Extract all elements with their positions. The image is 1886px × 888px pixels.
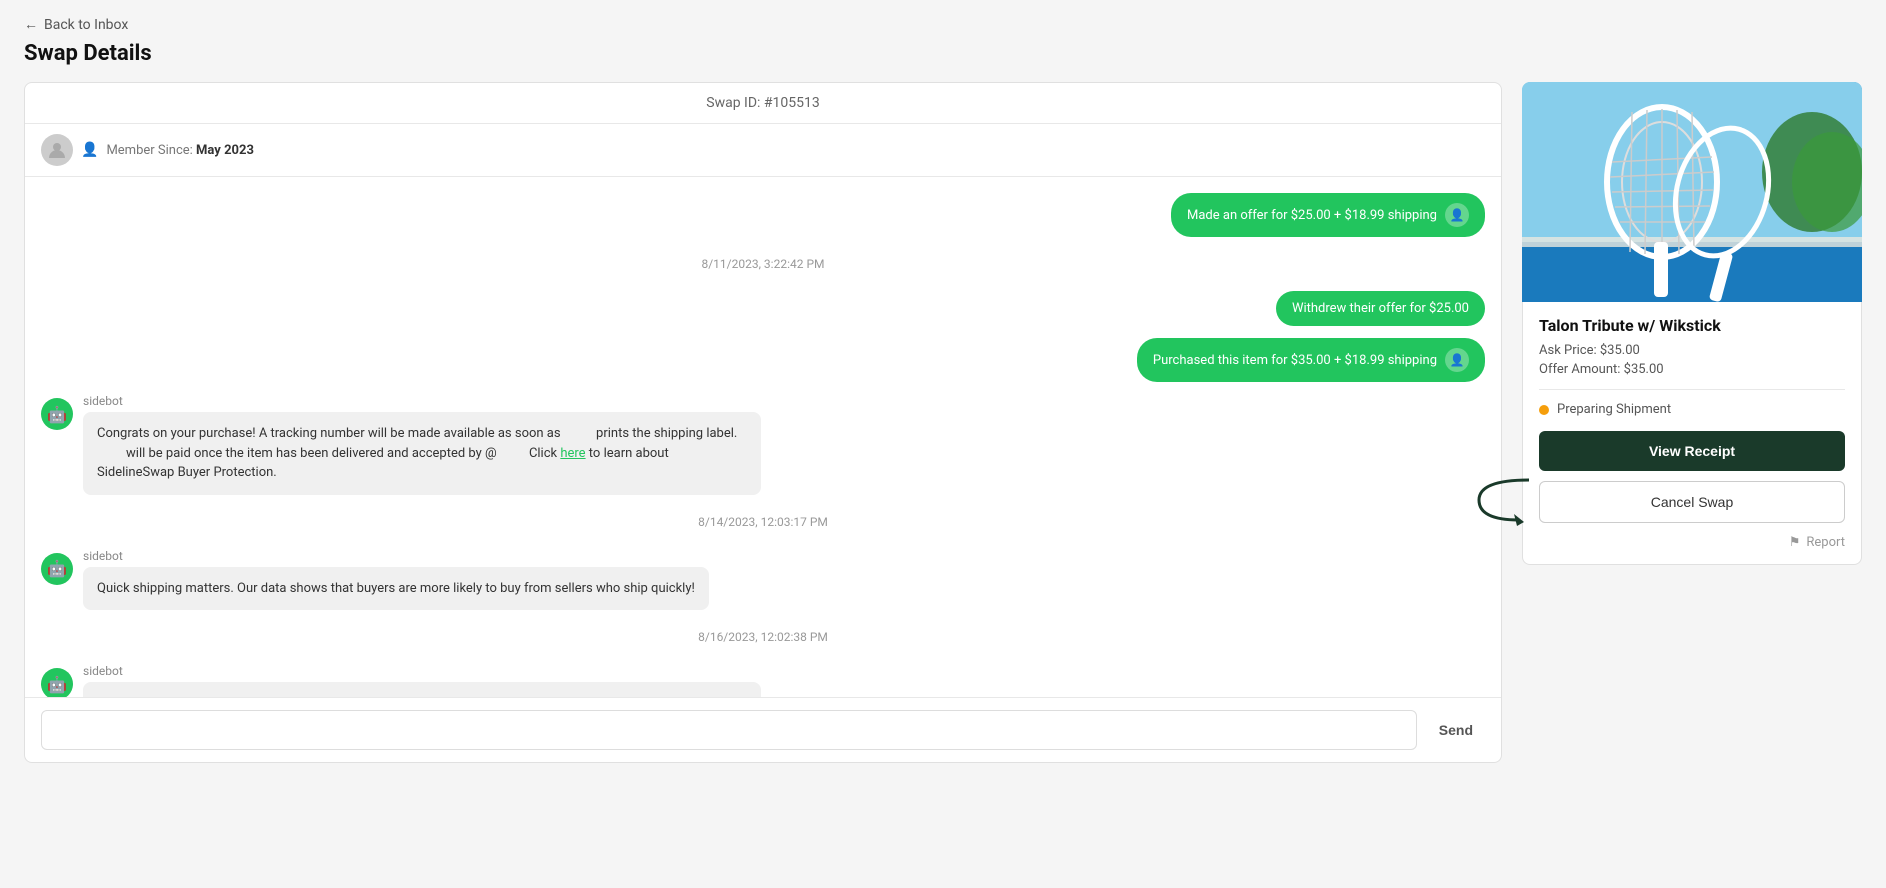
status-row: Preparing Shipment [1539,402,1845,417]
sidebot-message-3: 🤖 sidebot Hey @ this item was sold 4 day… [41,664,761,697]
message-row: Made an offer for $25.00 + $18.99 shippi… [41,193,1485,237]
bubble-purchased: Purchased this item for $35.00 + $18.99 … [1137,338,1485,382]
chat-panel: Swap ID: #105513 👤 Member Since: May 202… [24,82,1502,763]
avatar [41,134,73,166]
status-text: Preparing Shipment [1557,402,1671,417]
swap-id-bar: Swap ID: #105513 [25,83,1501,124]
sidebot-label: sidebot [83,664,761,678]
bubble-text: Made an offer for $25.00 + $18.99 shippi… [1187,208,1437,223]
offer-amount-row: Offer Amount: $35.00 [1539,362,1845,377]
back-to-inbox-link[interactable]: ← Back to Inbox [24,16,1862,33]
sidebot-message-2: 🤖 sidebot Quick shipping matters. Our da… [41,549,761,611]
report-label: Report [1806,535,1845,550]
timestamp: 8/14/2023, 12:03:17 PM [41,515,1485,529]
cancel-swap-button[interactable]: Cancel Swap [1539,481,1845,523]
cancel-area: Cancel Swap [1539,481,1845,523]
message-input[interactable] [41,710,1417,750]
sidebot-label: sidebot [83,394,761,408]
swap-id-text: Swap ID: #105513 [706,95,819,111]
sidebot-content: sidebot Congrats on your purchase! A tra… [83,394,761,495]
user-icon: 👤 [1445,203,1469,227]
right-panel: Talon Tribute w/ Wikstick Ask Price: $35… [1522,82,1862,565]
ask-price-value: $35.00 [1600,343,1640,358]
sidebot-bubble: Hey @ this item was sold 4 days ago and … [83,682,761,697]
sidebot-message-1: 🤖 sidebot Congrats on your purchase! A t… [41,394,761,495]
bubble-offer: Made an offer for $25.00 + $18.99 shippi… [1171,193,1485,237]
sidebot-icon: 🤖 [41,553,73,585]
send-button[interactable]: Send [1427,714,1485,746]
offer-amount-label: Offer Amount: [1539,362,1620,377]
sidebot-bubble: Quick shipping matters. Our data shows t… [83,567,709,611]
member-bar: 👤 Member Since: May 2023 [25,124,1501,177]
report-link[interactable]: ⚑ Report [1789,535,1845,550]
here-link[interactable]: here [560,446,585,461]
user-icon: 👤 [1445,348,1469,372]
product-info: Talon Tribute w/ Wikstick Ask Price: $35… [1522,302,1862,565]
product-image [1522,82,1862,302]
messages-area[interactable]: Made an offer for $25.00 + $18.99 shippi… [25,177,1501,697]
flag-icon: ⚑ [1789,535,1801,550]
bubble-withdrew: Withdrew their offer for $25.00 [1276,291,1485,326]
input-area: Send [25,697,1501,762]
page-title: Swap Details [24,41,1862,66]
timestamp: 8/11/2023, 3:22:42 PM [41,257,1485,271]
report-row: ⚑ Report [1539,535,1845,550]
ask-price-row: Ask Price: $35.00 [1539,343,1845,358]
bubble-text: Purchased this item for $35.00 + $18.99 … [1153,353,1437,368]
sidebot-icon: 🤖 [41,398,73,430]
status-dot [1539,405,1549,415]
divider [1539,389,1845,390]
back-link-label: Back to Inbox [44,17,128,33]
message-row: Purchased this item for $35.00 + $18.99 … [41,338,1485,382]
sidebot-label: sidebot [83,549,709,563]
back-arrow-icon: ← [24,16,38,33]
sidebot-content: sidebot Hey @ this item was sold 4 days … [83,664,761,697]
sidebot-bubble: Congrats on your purchase! A tracking nu… [83,412,761,495]
bubble-text: Withdrew their offer for $25.00 [1292,301,1469,316]
ask-price-label: Ask Price: [1539,343,1597,358]
sidebot-content: sidebot Quick shipping matters. Our data… [83,549,709,611]
view-receipt-button[interactable]: View Receipt [1539,431,1845,471]
member-since-label: Member Since: May 2023 [106,143,253,158]
person-icon: 👤 [81,142,98,158]
offer-amount-value: $35.00 [1624,362,1664,377]
product-name: Talon Tribute w/ Wikstick [1539,316,1845,335]
timestamp: 8/16/2023, 12:02:38 PM [41,630,1485,644]
sidebot-icon: 🤖 [41,668,73,697]
message-row: Withdrew their offer for $25.00 [41,291,1485,326]
